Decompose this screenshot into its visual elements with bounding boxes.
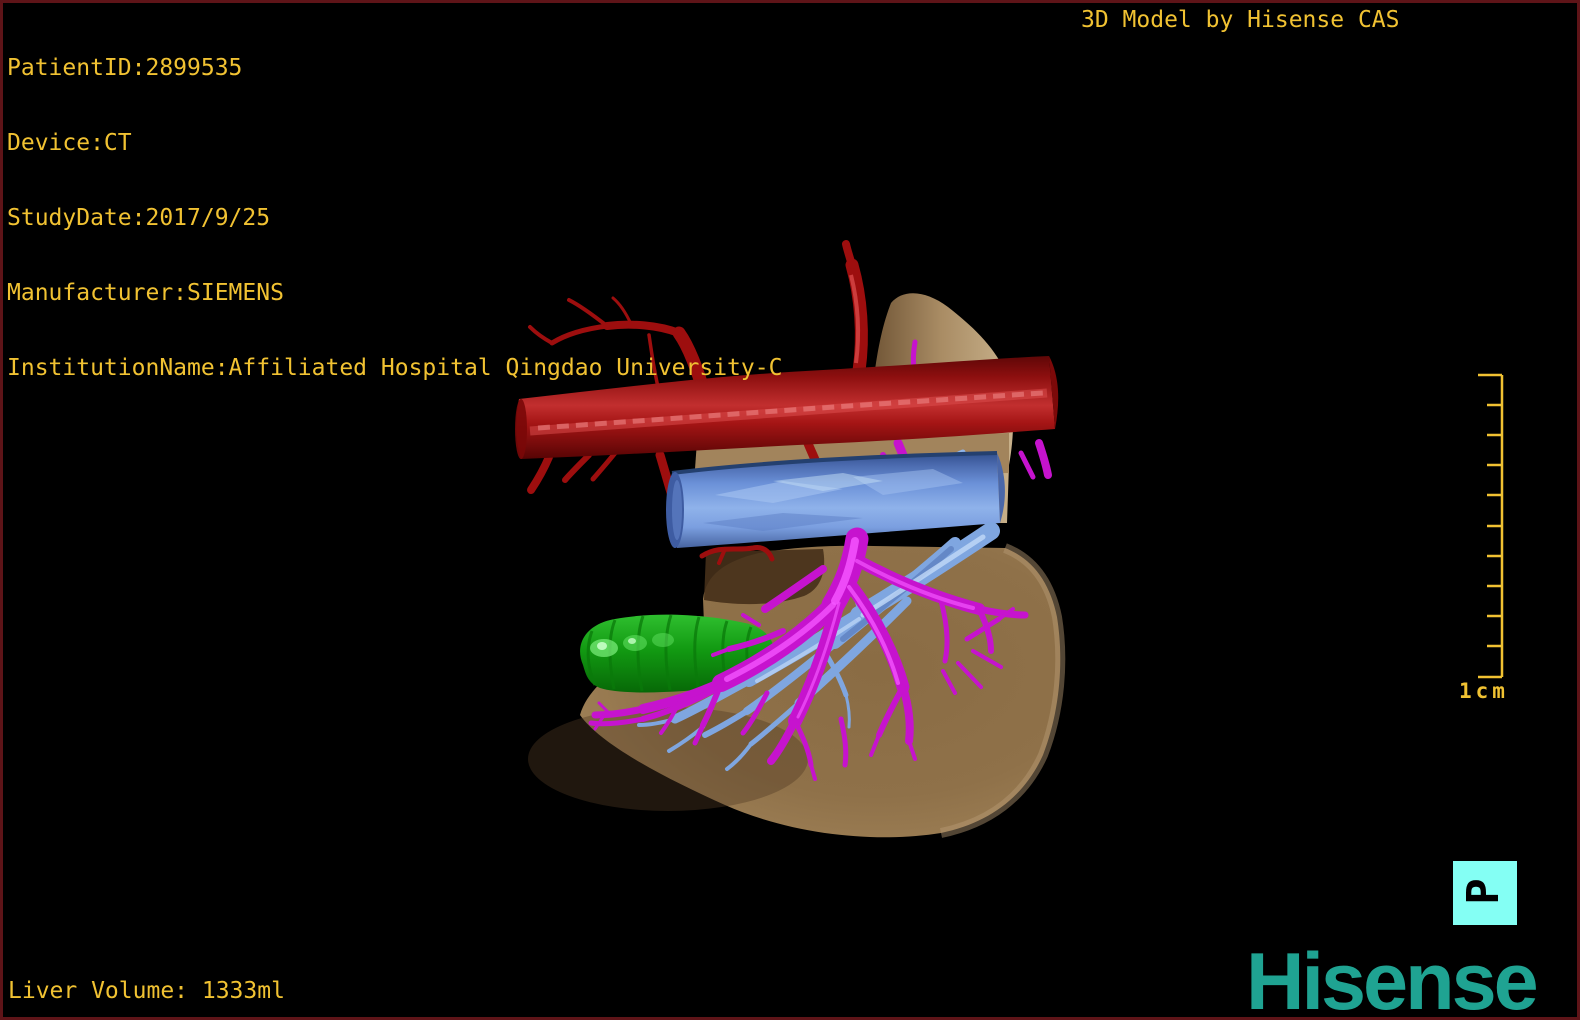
patient-id-line: PatientID:2899535 bbox=[7, 55, 243, 81]
hisense-logo: Hisense bbox=[1246, 937, 1539, 1020]
ruler-ticks bbox=[1478, 373, 1504, 679]
watermark-text: 3D Model by Hisense CAS bbox=[1081, 7, 1400, 33]
orientation-marker: P bbox=[1453, 861, 1517, 925]
study-date-line: StudyDate:2017/9/25 bbox=[7, 205, 271, 231]
viewer-window: PatientID:2899535 Device:CT StudyDate:20… bbox=[0, 0, 1580, 1020]
device-line: Device:CT bbox=[7, 130, 132, 156]
liver-volume-text: Liver Volume: 1333ml bbox=[8, 978, 285, 1004]
manufacturer-line: Manufacturer:SIEMENS bbox=[7, 280, 284, 306]
scale-ruler bbox=[1466, 367, 1510, 691]
scale-label: 1cm bbox=[1459, 679, 1509, 703]
patient-info-overlay: PatientID:2899535 Device:CT StudyDate:20… bbox=[7, 6, 782, 431]
orientation-letter: P bbox=[1457, 877, 1509, 905]
inferior-vena-cava-model[interactable] bbox=[666, 451, 1005, 548]
institution-line: InstitutionName:Affiliated Hospital Qing… bbox=[7, 355, 783, 381]
